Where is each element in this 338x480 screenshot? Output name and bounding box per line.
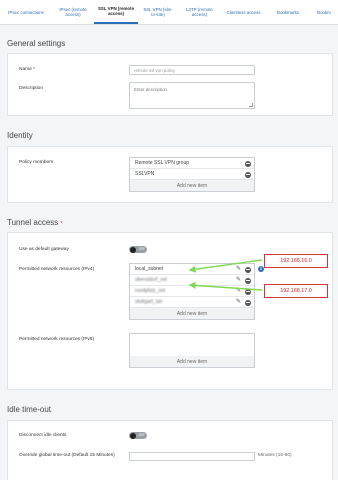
tab-l2tp-remote-access[interactable]: L2TP (remote access) — [178, 0, 221, 24]
toggle-state: OFF — [138, 433, 145, 437]
name-placeholder: remote ssl vpn policy — [134, 67, 175, 73]
add-new-ipv6-button[interactable]: Add new item — [130, 356, 254, 367]
list-item: nordpfalz_net ✎ — [130, 286, 254, 297]
ipv6-resources-list: Add new item — [129, 333, 255, 368]
required-marker: * — [60, 221, 63, 227]
tunnel-title-text: Tunnel access — [7, 218, 59, 227]
description-label: Description — [19, 86, 43, 91]
description-textarea[interactable]: Enter description — [129, 82, 255, 109]
tab-ssl-vpn-site-to-site[interactable]: SSL VPN (site-to-site) — [138, 0, 178, 24]
remove-icon[interactable] — [245, 288, 251, 295]
toggle-knob — [129, 246, 136, 253]
remove-icon[interactable] — [245, 266, 251, 273]
name-label: Name * — [19, 67, 35, 72]
add-new-ipv4-button[interactable]: Add new item — [130, 308, 254, 319]
override-timeout-input[interactable] — [129, 452, 255, 461]
tab-ipsec-connections[interactable]: IPsec connections — [0, 0, 52, 24]
tab-bookmark-groups[interactable]: Bookm — [310, 0, 338, 24]
edit-icon[interactable]: ✎ — [236, 288, 241, 294]
tab-ipsec-remote-access[interactable]: IPsec (remote access) — [52, 0, 94, 24]
toggle-state: OFF — [138, 247, 145, 251]
description-placeholder: Enter description — [134, 87, 167, 92]
section-title-general: General settings — [7, 39, 66, 48]
idle-timeout-card — [7, 420, 333, 480]
remove-icon[interactable] — [245, 171, 251, 178]
tab-bookmarks[interactable]: Bookmarks — [266, 0, 310, 24]
member-name: Remote SSL VPN group — [135, 160, 190, 166]
list-item: oberstdorf_nel ✎ — [130, 275, 254, 286]
ipv4-resources-label: Permitted network resources (IPv4) — [19, 267, 95, 272]
section-title-tunnel: Tunnel access * — [7, 218, 62, 227]
remove-icon[interactable] — [245, 277, 251, 284]
tab-ssl-vpn-remote-access[interactable]: SSL VPN (remote access) — [94, 0, 138, 24]
policy-members-list: Remote SSL VPN group SSLVPN Add new item — [129, 157, 255, 192]
edit-icon[interactable]: ✎ — [236, 299, 241, 305]
minutes-hint: Minutes (15-60) — [258, 453, 292, 458]
ipv4-resources-list: local_subnet ✎ oberstdorf_nel ✎ nordpfal… — [129, 263, 255, 320]
add-new-member-button[interactable]: Add new item — [130, 180, 254, 191]
remove-icon[interactable] — [245, 160, 251, 167]
edit-icon[interactable]: ✎ — [236, 266, 241, 272]
callout-subnet-2: 192.168.17.0 — [264, 284, 328, 298]
member-name: SSLVPN — [135, 171, 155, 177]
override-timeout-label: Override global time-out (Default 15 Min… — [19, 453, 115, 458]
section-title-identity: Identity — [7, 131, 33, 140]
edit-icon[interactable]: ✎ — [236, 277, 241, 283]
resize-handle-icon[interactable] — [249, 103, 253, 107]
toggle-knob — [129, 432, 136, 439]
list-item: SSLVPN — [130, 169, 254, 180]
default-gateway-label: Use as default gateway — [19, 247, 69, 252]
tab-clientless-access[interactable]: Clientless access — [221, 0, 266, 24]
remove-icon[interactable] — [245, 299, 251, 306]
section-title-idle: Idle time-out — [7, 405, 52, 414]
ipv6-resources-label: Permitted network resources (IPv6) — [19, 337, 95, 342]
disconnect-idle-toggle[interactable]: OFF — [129, 432, 147, 439]
callout-subnet-1: 192.168.16.0 — [264, 254, 328, 268]
tab-bar: IPsec connections IPsec (remote access) … — [0, 0, 338, 25]
list-item: stuttgart_lan ✎ — [130, 297, 254, 308]
name-input[interactable]: remote ssl vpn policy — [129, 65, 255, 75]
disconnect-idle-label: Disconnect idle clients — [19, 433, 67, 438]
default-gateway-toggle[interactable]: OFF — [129, 246, 147, 253]
policy-members-label: Policy members — [19, 160, 54, 165]
list-item: local_subnet ✎ — [130, 264, 254, 275]
list-item: Remote SSL VPN group — [130, 158, 254, 169]
